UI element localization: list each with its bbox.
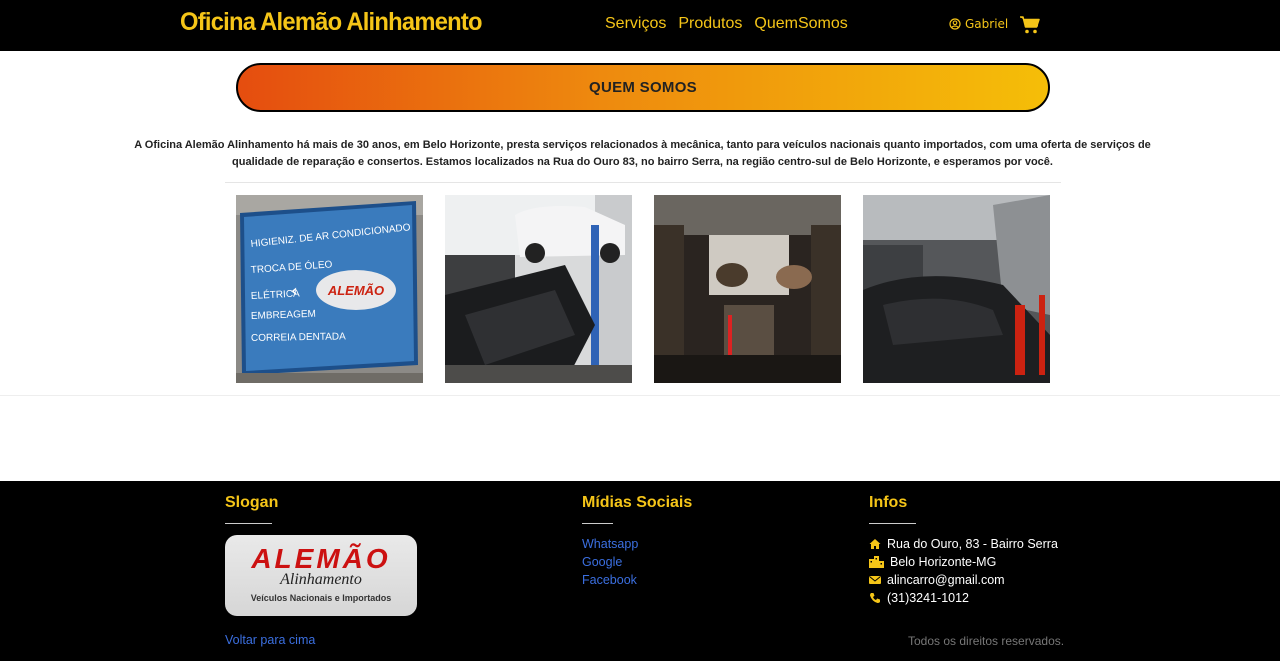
- divider: [225, 523, 272, 524]
- back-to-top-link[interactable]: Voltar para cima: [225, 633, 315, 647]
- section-title-banner: QUEM SOMOS: [236, 63, 1050, 112]
- city-icon: [869, 556, 884, 568]
- copyright-text: Todos os direitos reservados.: [908, 634, 1065, 648]
- gallery-image-workshop-cars: [863, 195, 1050, 383]
- info-email: alincarro@gmail.com: [869, 573, 1005, 587]
- brand-logo-text[interactable]: Oficina Alemão Alinhamento: [180, 8, 483, 37]
- nav-link-servicos[interactable]: Serviços: [605, 15, 666, 33]
- gallery-image-workshop-aisle: [654, 195, 841, 383]
- info-city: Belo Horizonte-MG: [869, 555, 996, 569]
- envelope-icon: [869, 576, 881, 584]
- nav-link-produtos[interactable]: Produtos: [678, 15, 742, 33]
- divider: [582, 523, 613, 524]
- footer: Slogan ALEMÃO Alinhamento Veículos Nacio…: [0, 481, 1280, 661]
- divider: [0, 395, 1280, 396]
- footer-slogan-title: Slogan: [225, 494, 279, 511]
- sign-logo: ALEMÃO: [327, 283, 384, 298]
- nav-links: Serviços Produtos QuemSomos: [605, 15, 848, 33]
- chevron-left-icon[interactable]: ‹: [291, 281, 298, 300]
- footer-logo: ALEMÃO Alinhamento Veículos Nacionais e …: [225, 535, 417, 616]
- phone-icon: [869, 593, 880, 604]
- footer-social-title: Mídias Sociais: [582, 494, 693, 511]
- social-link-facebook[interactable]: Facebook: [582, 573, 637, 587]
- divider: [869, 523, 916, 524]
- gallery-image-car-lift: [445, 195, 632, 383]
- shopping-cart-icon[interactable]: [1019, 15, 1041, 35]
- gallery-image-shop-sign: ALEMÃO HIGIENIZ. DE AR CONDICIONADO TROC…: [236, 195, 423, 383]
- social-link-whatsapp[interactable]: Whatsapp: [582, 537, 638, 551]
- about-text: A Oficina Alemão Alinhamento há mais de …: [134, 139, 1151, 168]
- sign-line: CORREIA DENTADA: [251, 331, 346, 344]
- user-name: Gabriel: [965, 17, 1009, 31]
- sign-line: EMBREAGEM: [251, 309, 316, 322]
- user-menu[interactable]: Gabriel: [949, 17, 1008, 31]
- section-title: QUEM SOMOS: [588, 79, 697, 96]
- divider: [225, 182, 1061, 183]
- home-icon: [869, 539, 881, 549]
- navbar: Oficina Alemão Alinhamento Serviços Prod…: [0, 0, 1280, 51]
- footer-info-title: Infos: [869, 494, 908, 511]
- user-circle-icon: [949, 18, 961, 30]
- nav-link-quemsomos[interactable]: QuemSomos: [754, 15, 847, 33]
- social-link-google[interactable]: Google: [582, 555, 622, 569]
- info-phone: (31)3241-1012: [869, 591, 969, 605]
- info-address: Rua do Ouro, 83 - Bairro Serra: [869, 537, 1058, 551]
